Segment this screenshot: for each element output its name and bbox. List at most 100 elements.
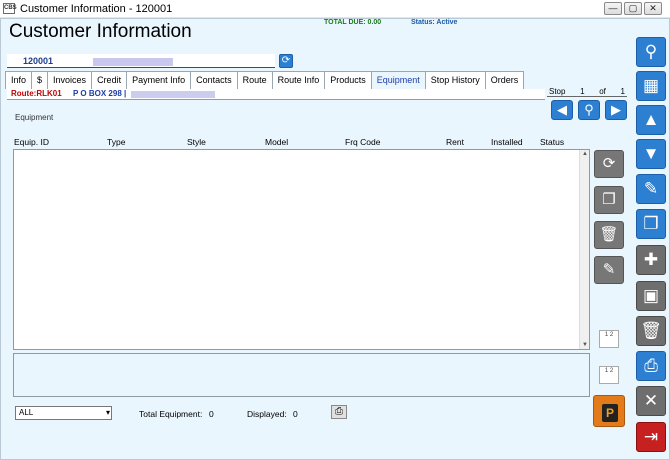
copy-button[interactable]: ❐ <box>594 186 624 214</box>
account-name-redacted <box>93 58 173 66</box>
copy-icon: ❐ <box>602 191 616 208</box>
exit-button[interactable]: ⇥ <box>636 422 666 452</box>
refresh-icon: ⟳ <box>602 155 616 172</box>
account-field[interactable]: 120001 <box>7 54 275 68</box>
tab-invoices[interactable]: Invoices <box>47 71 93 89</box>
route-label: Route:RLK01 <box>11 89 62 98</box>
window-title: Customer Information - 120001 <box>20 3 173 15</box>
table-scrollbar[interactable]: ▲ ▼ <box>579 150 589 349</box>
tab-contacts[interactable]: Contacts <box>190 71 238 89</box>
delete-item-button[interactable]: 🗑 <box>594 221 624 249</box>
tab-orders[interactable]: Orders <box>484 71 525 89</box>
close-button[interactable]: ✕ <box>636 386 666 416</box>
tab-info[interactable]: Info <box>5 71 33 89</box>
arrow-up-icon: ▲ <box>642 110 660 129</box>
notes-order-button[interactable]: 1 2 <box>599 366 619 384</box>
route-info-bar: Route:RLK01 P O BOX 298 | <box>7 89 545 100</box>
find-stop-button[interactable]: ⚲ <box>578 100 600 120</box>
grid-icon: ▦ <box>642 76 660 95</box>
equipment-table[interactable]: ▲ ▼ <box>13 149 590 350</box>
page-title: Customer Information <box>9 21 192 42</box>
new-copy-button[interactable]: ❐ <box>636 209 666 239</box>
col-rent[interactable]: Rent <box>446 137 464 147</box>
pencil-icon: ✎ <box>602 261 616 278</box>
edit-button[interactable]: ✎ <box>636 174 666 204</box>
stop-current: 1 <box>580 87 585 96</box>
add-new-icon: ✚ <box>643 250 659 269</box>
search-icon: ⚲ <box>644 42 658 61</box>
tab-dollar[interactable]: $ <box>31 71 49 89</box>
edit-icon: ✎ <box>643 179 659 198</box>
tab-payment-info[interactable]: Payment Info <box>126 71 192 89</box>
status-label: Status: Active <box>411 19 458 26</box>
col-model[interactable]: Model <box>265 137 288 147</box>
delete-icon: 🗑 <box>640 321 662 340</box>
move-up-button[interactable]: ▲ <box>636 105 666 135</box>
print-p-button[interactable]: P <box>593 395 625 427</box>
window-controls: — ▢ ✕ <box>604 2 662 15</box>
arrow-left-icon: ◀ <box>557 102 567 117</box>
account-number: 120001 <box>23 56 54 66</box>
col-type[interactable]: Type <box>107 137 125 147</box>
refresh-button[interactable]: ⟳ <box>594 150 624 178</box>
tab-products[interactable]: Products <box>324 71 372 89</box>
tab-route-info[interactable]: Route Info <box>271 71 326 89</box>
trash-icon: 🗑 <box>599 226 619 243</box>
new-copy-icon: ❐ <box>643 214 659 233</box>
stop-counter: Stop 1 of 1 <box>547 87 627 97</box>
col-style[interactable]: Style <box>187 137 206 147</box>
displayed-label: Displayed: <box>247 409 287 419</box>
search-icon: ⚲ <box>584 102 594 117</box>
stop-of-label: of <box>599 87 606 96</box>
stop-label: Stop <box>549 87 566 96</box>
tab-equipment[interactable]: Equipment <box>370 71 426 90</box>
chevron-down-icon: ▾ <box>105 408 110 417</box>
grid-view-button[interactable]: ▦ <box>636 71 666 101</box>
col-installed[interactable]: Installed <box>491 137 523 147</box>
tab-credit[interactable]: Credit <box>91 71 128 89</box>
displayed-value: 0 <box>293 409 298 419</box>
equipment-section-label: Equipment <box>15 113 54 122</box>
exit-icon: ⇥ <box>643 427 659 446</box>
print-list-button[interactable]: ⎙ <box>331 405 347 419</box>
minimize-button[interactable]: — <box>604 2 622 15</box>
search-button[interactable]: ⚲ <box>636 37 666 67</box>
prev-stop-button[interactable]: ◀ <box>551 100 573 120</box>
move-down-button[interactable]: ▼ <box>636 139 666 169</box>
tab-route[interactable]: Route <box>236 71 273 89</box>
scroll-up-icon[interactable]: ▲ <box>581 151 589 157</box>
col-equip-id[interactable]: Equip. ID <box>14 137 49 147</box>
total-equipment-label: Total Equipment: <box>139 409 203 419</box>
column-order-button[interactable]: 1 2 <box>599 330 619 348</box>
account-refresh-button[interactable]: ⟳ <box>279 54 293 68</box>
address-label: P O BOX 298 | <box>73 89 127 98</box>
col-frq-code[interactable]: Frq Code <box>345 137 380 147</box>
add-new-button[interactable]: ✚ <box>636 245 666 275</box>
next-stop-button[interactable]: ▶ <box>605 100 627 120</box>
scroll-down-icon[interactable]: ▼ <box>581 342 589 348</box>
notes-area[interactable] <box>13 353 590 397</box>
delete-button[interactable]: 🗑 <box>636 316 666 346</box>
filter-value: ALL <box>19 408 34 417</box>
tab-stop-history[interactable]: Stop History <box>424 71 486 89</box>
p-badge-icon: P <box>602 404 618 422</box>
table-header: Equip. ID Type Style Model Frq Code Rent… <box>13 137 589 149</box>
equipment-filter-select[interactable]: ALL ▾ <box>15 406 112 420</box>
col-status[interactable]: Status <box>540 137 564 147</box>
save-button[interactable]: ▣ <box>636 281 666 311</box>
maximize-button[interactable]: ▢ <box>624 2 642 15</box>
printer-icon: ⎙ <box>335 406 343 417</box>
stop-total: 1 <box>620 87 625 96</box>
print-button[interactable]: ⎙ <box>636 351 666 381</box>
total-due-label: TOTAL DUE: 0.00 <box>324 19 382 26</box>
close-window-button[interactable]: ✕ <box>644 2 662 15</box>
save-icon: ▣ <box>642 286 660 305</box>
edit-item-button[interactable]: ✎ <box>594 256 624 284</box>
close-icon: ✕ <box>643 391 659 410</box>
arrow-down-icon: ▼ <box>642 144 660 163</box>
title-bar: CBS Customer Information - 120001 — ▢ ✕ <box>0 0 670 18</box>
arrow-right-icon: ▶ <box>611 102 621 117</box>
customer-info-window: Customer Information TOTAL DUE: 0.00 Sta… <box>0 18 670 460</box>
total-equipment-value: 0 <box>209 409 214 419</box>
tab-bar: Info $ Invoices Credit Payment Info Cont… <box>5 71 525 90</box>
